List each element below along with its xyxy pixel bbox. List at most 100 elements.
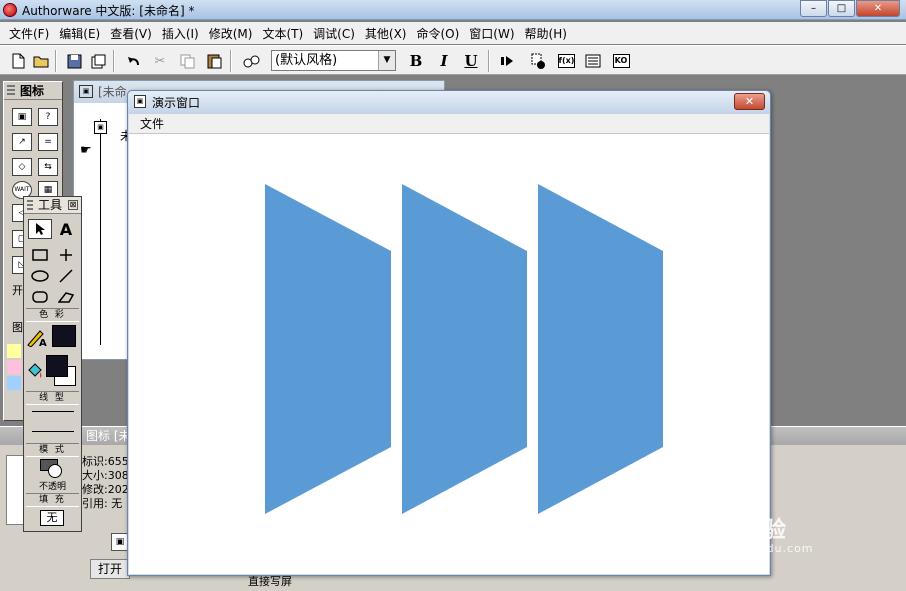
straight-line-tool[interactable]: [54, 245, 78, 265]
menu-other[interactable]: 其他(X): [360, 25, 412, 42]
italic-button[interactable]: I: [434, 51, 454, 71]
motion-icon[interactable]: ↗: [12, 133, 32, 151]
style-select[interactable]: (默认风格) ▼: [271, 50, 396, 71]
pencil-icon: A: [26, 329, 48, 350]
close-button[interactable]: ✕: [856, 0, 900, 17]
maximize-button[interactable]: □: [828, 0, 855, 17]
toolbar-separator: [113, 50, 115, 72]
watermark-main: Bai 经验: [695, 518, 786, 543]
menu-modify[interactable]: 修改(M): [204, 25, 258, 42]
icon-color-swatch-blue[interactable]: [7, 376, 21, 390]
interaction-icon[interactable]: ?: [38, 108, 58, 126]
presentation-window-title: 演示窗口: [152, 96, 201, 110]
diagonal-line-tool[interactable]: [54, 266, 78, 286]
app-title-bar: Authorware 中文版: [未命名] * – □ ✕: [0, 0, 906, 20]
display-icon[interactable]: ▣: [12, 108, 32, 126]
paste-hand-icon: ☛: [80, 143, 92, 158]
menu-view[interactable]: 查看(V): [105, 25, 157, 42]
color-section-label: 色 彩: [26, 308, 79, 322]
run-icon[interactable]: [497, 51, 517, 71]
line-color-swatch[interactable]: [52, 325, 76, 347]
fill-section-label: 填 充: [26, 493, 79, 507]
ellipse-tool[interactable]: [28, 266, 52, 286]
toolbar-separator: [488, 50, 490, 72]
minimize-button[interactable]: –: [800, 0, 827, 17]
mode-circle-icon: [48, 464, 62, 478]
canvas-drawing: [265, 184, 663, 514]
menu-insert[interactable]: 插入(I): [157, 25, 204, 42]
paste-icon[interactable]: [204, 51, 224, 71]
menu-help[interactable]: 帮助(H): [520, 25, 572, 42]
presentation-canvas[interactable]: [129, 134, 769, 574]
icon-color-swatch-pink[interactable]: [7, 360, 21, 374]
save-all-icon[interactable]: [64, 51, 84, 71]
style-select-value: (默认风格): [275, 53, 338, 68]
main-toolbar: ✂ (默认风格) ▼ B I U f(x) KO: [0, 45, 906, 75]
tools-palette: 工具 ⊠ A 色 彩 A 线 型 模 式 不透明 填 充 无: [23, 196, 82, 532]
trapezoid-shape-3[interactable]: [538, 184, 663, 514]
flowline-window-icon: ▣: [79, 85, 93, 98]
open-button[interactable]: 打开: [90, 559, 130, 579]
authorware-app-icon: [3, 3, 17, 17]
undo-icon[interactable]: [123, 51, 143, 71]
mode-value[interactable]: 不透明: [24, 479, 81, 492]
variables-icon[interactable]: [583, 51, 603, 71]
display-icon[interactable]: ▣: [94, 121, 107, 134]
menu-command[interactable]: 命令(O): [411, 25, 464, 42]
flowline: [100, 119, 101, 345]
menu-debug[interactable]: 调试(C): [308, 25, 360, 42]
trapezoid-shape-2[interactable]: [402, 184, 527, 514]
fill-bucket-icon: [26, 362, 44, 383]
icon-color-swatch-yellow[interactable]: [7, 344, 21, 358]
chevron-down-icon[interactable]: ▼: [378, 51, 395, 70]
menu-bar: 文件(F) 编辑(E) 查看(V) 插入(I) 修改(M) 文本(T) 调试(C…: [0, 22, 906, 44]
toolbar-separator: [55, 50, 57, 72]
bold-button[interactable]: B: [406, 51, 426, 71]
menu-edit[interactable]: 编辑(E): [54, 25, 105, 42]
close-button[interactable]: ✕: [734, 93, 765, 110]
mode-section-label: 模 式: [26, 443, 79, 457]
app-title: Authorware 中文版: [未命名] *: [22, 4, 195, 18]
control-panel-icon[interactable]: [528, 51, 548, 71]
presentation-window: ▣ 演示窗口 ✕ 文件: [127, 90, 771, 576]
copy-icon[interactable]: [177, 51, 197, 71]
palette-grip-handle[interactable]: [27, 200, 33, 211]
menu-file[interactable]: 文件: [140, 117, 164, 131]
polygon-tool[interactable]: [54, 287, 78, 307]
menu-window[interactable]: 窗口(W): [464, 25, 519, 42]
line-style-option[interactable]: [32, 431, 74, 432]
menu-file[interactable]: 文件(F): [4, 25, 54, 42]
navigate-icon[interactable]: ⇆: [38, 158, 58, 176]
cut-icon[interactable]: ✂: [150, 51, 170, 71]
property-references: 引用: 无: [82, 497, 123, 510]
line-style-section-label: 线 型: [26, 391, 79, 405]
baidu-watermark: Bai 经验 jingyan.baidu.com: [695, 512, 814, 555]
close-icon[interactable]: ⊠: [68, 200, 78, 210]
menu-text[interactable]: 文本(T): [257, 25, 308, 42]
presentation-menu-bar: 文件: [129, 114, 769, 134]
presentation-window-icon: ▣: [134, 95, 146, 108]
open-folder-icon[interactable]: [31, 51, 51, 71]
rounded-rectangle-tool[interactable]: [28, 287, 52, 307]
trapezoid-shape-1[interactable]: [265, 184, 391, 514]
window-controls: – □ ✕: [799, 0, 900, 17]
rectangle-tool[interactable]: [28, 245, 52, 265]
toolbar-separator: [230, 50, 232, 72]
svg-text:A: A: [39, 338, 47, 347]
new-file-icon[interactable]: [8, 51, 28, 71]
underline-button[interactable]: U: [461, 51, 481, 71]
icon-color-label: 图: [12, 321, 23, 334]
palette-grip-handle[interactable]: [7, 85, 15, 97]
text-tool[interactable]: A: [54, 219, 78, 239]
foreground-color-swatch[interactable]: [46, 355, 68, 377]
import-icon[interactable]: [88, 51, 108, 71]
functions-button[interactable]: f(x): [556, 51, 576, 71]
fill-pattern-none[interactable]: 无: [40, 510, 64, 526]
knowledge-objects-button[interactable]: KO: [611, 51, 631, 71]
calculation-icon[interactable]: =: [38, 133, 58, 151]
erase-icon[interactable]: ◇: [12, 158, 32, 176]
pointer-tool[interactable]: [28, 219, 52, 239]
find-icon[interactable]: [241, 51, 261, 71]
line-style-thin[interactable]: [32, 411, 74, 412]
start-flag-label: 开: [12, 284, 23, 297]
